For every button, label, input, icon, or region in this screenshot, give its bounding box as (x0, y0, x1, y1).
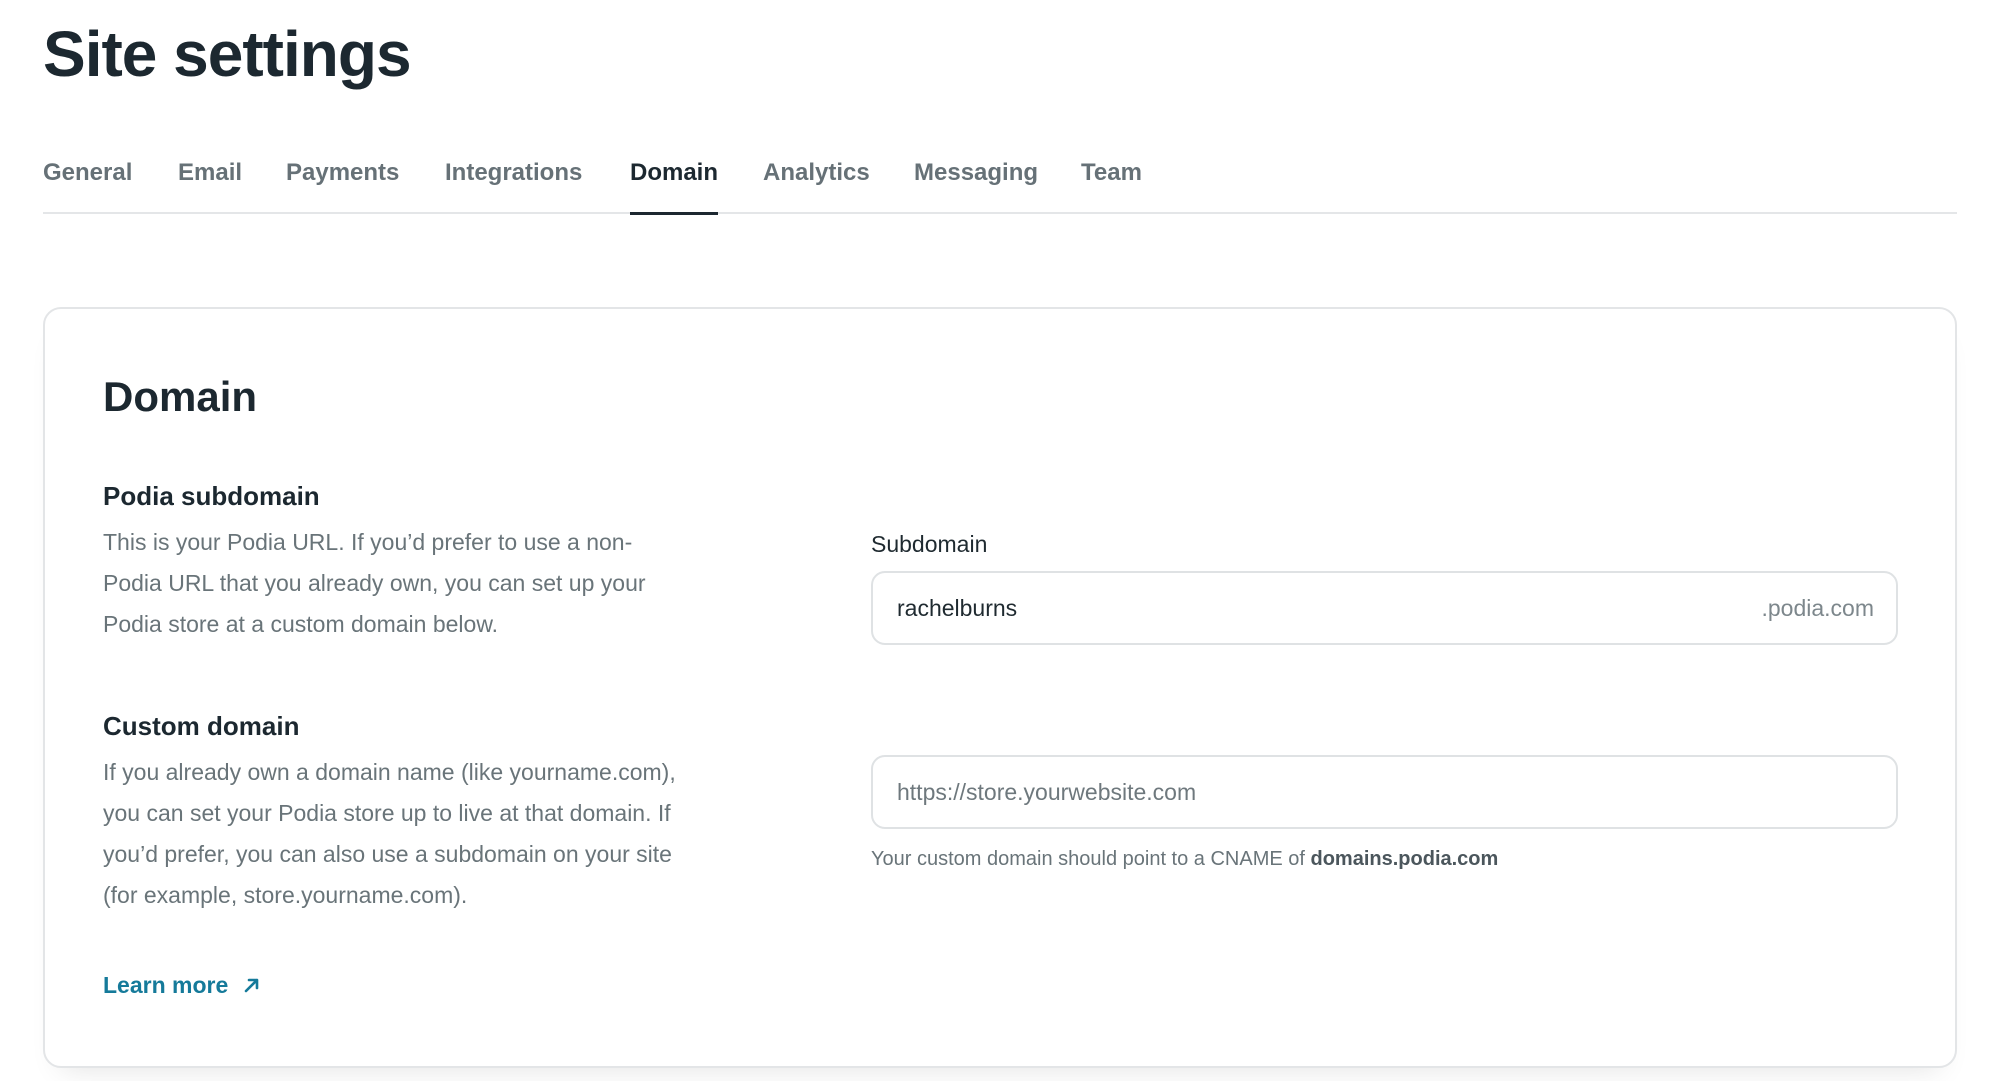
tab-domain[interactable]: Domain (630, 150, 719, 215)
tab-payments[interactable]: Payments (286, 150, 399, 214)
tab-email[interactable]: Email (178, 150, 242, 214)
site-settings-page: Site settings General Email Payments Int… (0, 0, 1999, 1081)
learn-more-label: Learn more (103, 972, 229, 998)
subdomain-label: Subdomain (871, 531, 988, 557)
tab-team[interactable]: Team (1081, 150, 1142, 214)
settings-tabs: General Email Payments Integrations Doma… (43, 150, 1957, 215)
subdomain-value: rachelburns (897, 595, 1018, 621)
cname-hint: Your custom domain should point to a CNA… (871, 844, 1498, 874)
tab-messaging[interactable]: Messaging (914, 150, 1038, 214)
tab-integrations[interactable]: Integrations (445, 150, 582, 214)
custom-domain-input[interactable]: https://store.yourwebsite.com (871, 755, 1898, 829)
cname-hint-domain: domains.podia.com (1310, 848, 1499, 870)
custom-domain-description: If you already own a domain name (like y… (103, 759, 676, 908)
learn-more-link[interactable]: Learn more (103, 969, 262, 1001)
domain-card: Domain Podia subdomain This is your Podi… (43, 307, 1957, 1068)
card-title: Domain (103, 373, 258, 420)
arrow-up-right-icon (244, 978, 259, 993)
podia-subdomain-description: This is your Podia URL. If you’d prefer … (103, 529, 646, 637)
custom-domain-placeholder: https://store.yourwebsite.com (897, 779, 1197, 805)
cname-hint-text: Your custom domain should point to a CNA… (871, 848, 1311, 870)
subdomain-input[interactable]: rachelburns .podia.com (871, 571, 1898, 645)
tab-general[interactable]: General (43, 150, 132, 214)
podia-subdomain-title: Podia subdomain (103, 481, 320, 511)
page-title: Site settings (43, 18, 412, 90)
subdomain-suffix: .podia.com (1761, 595, 1874, 621)
tab-analytics[interactable]: Analytics (763, 150, 870, 214)
custom-domain-title: Custom domain (103, 711, 300, 741)
